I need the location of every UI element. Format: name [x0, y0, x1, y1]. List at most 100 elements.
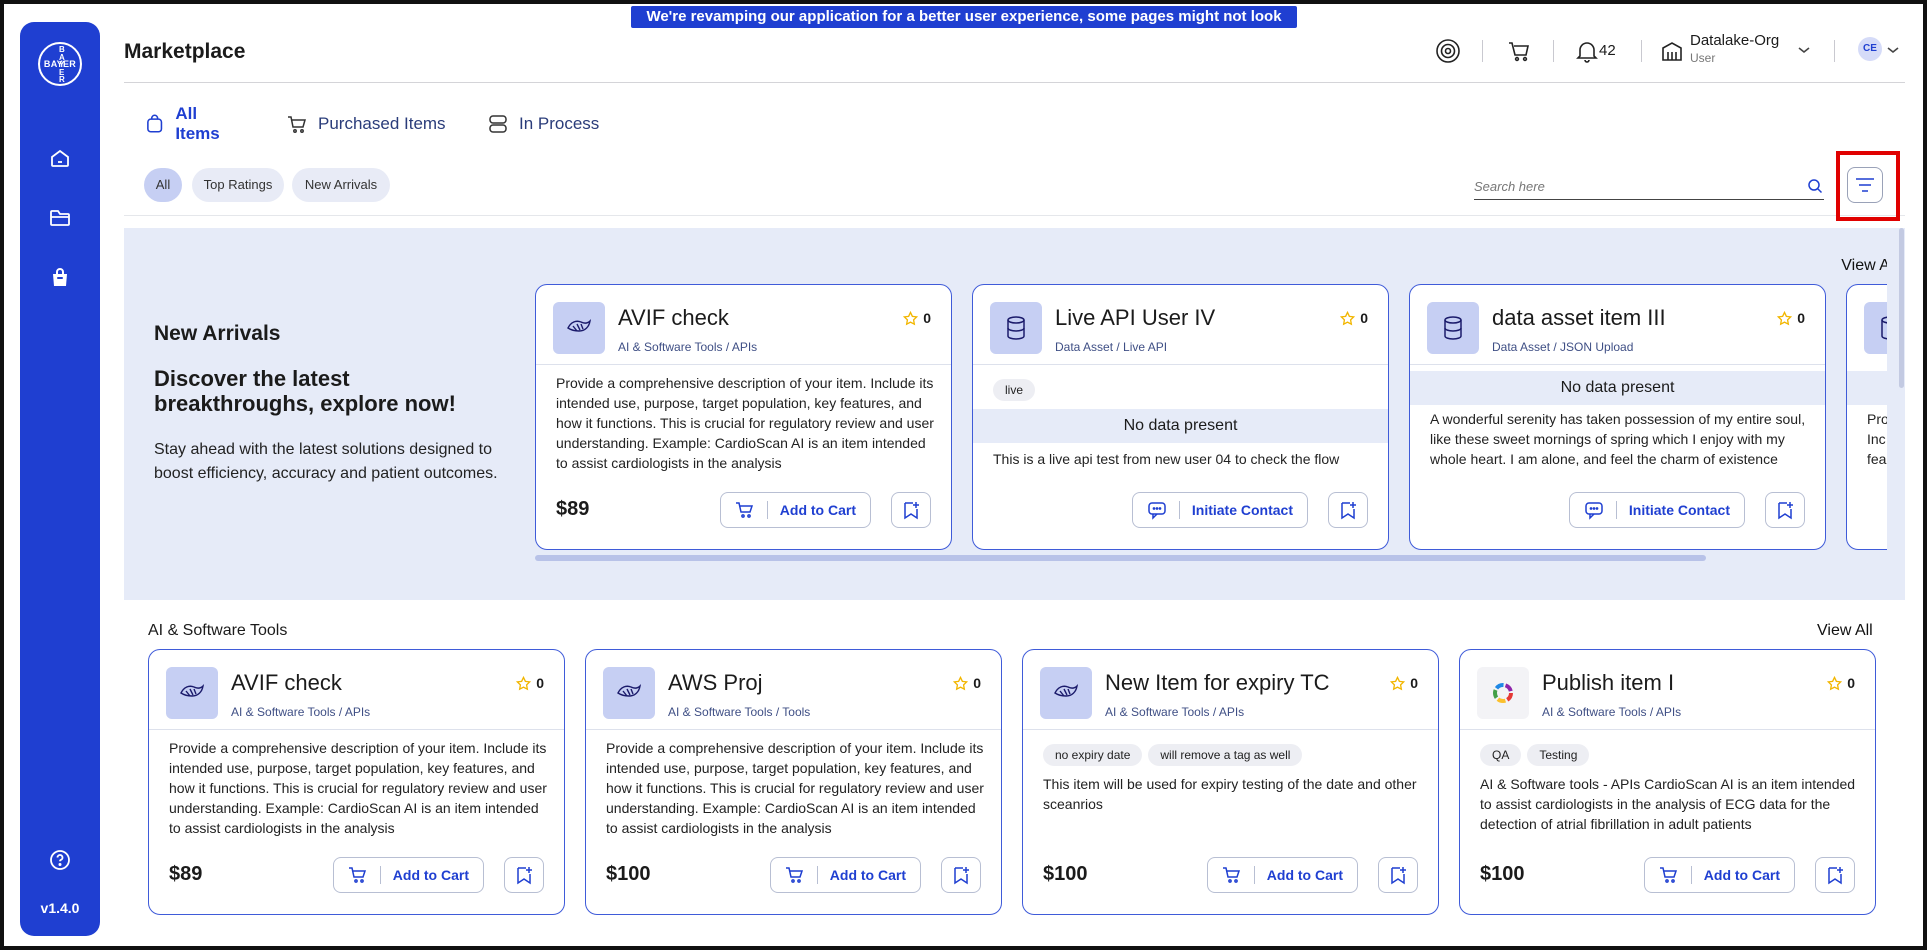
tab-in-process[interactable]: In Process — [467, 100, 619, 148]
card-title: Publish item I — [1542, 670, 1675, 695]
tab-purchased-items[interactable]: Purchased Items — [266, 100, 466, 148]
card-description: This item will be used for expiry testin… — [1043, 776, 1417, 812]
card-tags: no expiry date will remove a tag as well — [1043, 744, 1308, 766]
product-card[interactable]: data asset item III Data Asset / JSON Up… — [1409, 284, 1826, 550]
bookmark-plus-icon — [517, 867, 532, 885]
card-rating: 0 — [1827, 675, 1855, 691]
no-data-message: No data present — [1410, 371, 1825, 405]
cart-icon — [735, 502, 753, 518]
card-title: Live API User IV — [1055, 305, 1216, 330]
ai-tool-icon — [1040, 667, 1092, 719]
home-icon[interactable] — [48, 146, 72, 170]
marketplace-bag-icon[interactable] — [48, 266, 72, 290]
bookmark-plus-icon — [904, 502, 919, 520]
tag: Testing — [1527, 744, 1590, 766]
new-arrivals-title: New Arrivals — [154, 322, 281, 345]
card-description: Provide a comprehensive description of y… — [169, 740, 547, 836]
initiate-contact-button[interactable]: Initiate Contact — [1568, 492, 1745, 528]
add-to-cart-button[interactable]: Add to Cart — [332, 857, 484, 893]
bookmark-plus-icon — [1778, 502, 1793, 520]
bookmark-add-button[interactable] — [1815, 857, 1855, 893]
product-card[interactable]: AWS Proj AI & Software Tools / Tools 0 P… — [585, 649, 1002, 915]
organization-building-icon[interactable] — [1659, 38, 1685, 64]
tag: QA — [1480, 744, 1522, 766]
bookmark-plus-icon — [1828, 867, 1843, 885]
star-icon — [1827, 675, 1843, 690]
avatar[interactable]: CE — [1858, 37, 1882, 61]
chip-new-arrivals[interactable]: New Arrivals — [292, 168, 390, 202]
product-card[interactable]: AVIF check AI & Software Tools / APIs 0 … — [148, 649, 565, 915]
ring-logo-icon — [1477, 667, 1529, 719]
chevron-down-icon[interactable] — [1886, 45, 1900, 55]
no-data-message: No data present — [973, 409, 1388, 443]
card-rating: 0 — [1340, 310, 1368, 326]
bookmark-add-button[interactable] — [1378, 857, 1418, 893]
bookmark-add-button[interactable] — [941, 857, 981, 893]
star-icon — [1777, 310, 1793, 325]
card-category: AI & Software Tools / APIs — [1105, 705, 1245, 719]
tab-all-items[interactable]: All Items — [124, 100, 264, 148]
product-card[interactable]: Publish item I AI & Software Tools / API… — [1459, 649, 1876, 915]
product-card[interactable]: New Item for expiry TC AI & Software Too… — [1022, 649, 1439, 915]
chip-top-ratings[interactable]: Top Ratings — [192, 168, 284, 202]
new-arrivals-headline: Discover the latest breakthroughs, explo… — [154, 366, 456, 416]
bayer-logo[interactable]: BAYER BAYER — [38, 42, 82, 86]
card-price: $89 — [556, 498, 590, 520]
add-to-cart-button[interactable]: Add to Cart — [719, 492, 871, 528]
vertical-scrollbar[interactable] — [1899, 228, 1904, 388]
add-to-cart-button[interactable]: Add to Cart — [1206, 857, 1358, 893]
bookmark-add-button[interactable] — [504, 857, 544, 893]
card-price: $100 — [1043, 863, 1088, 885]
tab-label: All Items — [175, 104, 220, 143]
card-title: data asset item III — [1492, 305, 1666, 330]
bookmark-add-button[interactable] — [891, 492, 931, 528]
ai-tool-icon — [553, 302, 605, 354]
tab-label: Purchased Items — [318, 114, 446, 133]
card-category: Data Asset / Live API — [1055, 340, 1168, 354]
cart-icon — [1659, 867, 1677, 883]
card-title: New Item for expiry TC — [1105, 670, 1330, 695]
cart-icon — [348, 867, 366, 883]
search-icon[interactable] — [1807, 178, 1823, 194]
card-price: $100 — [606, 863, 651, 885]
notification-bell-icon[interactable] — [1574, 38, 1600, 64]
ai-tool-icon — [603, 667, 655, 719]
chevron-down-icon[interactable] — [1797, 45, 1811, 55]
settings-target-icon[interactable] — [1435, 38, 1461, 64]
card-tags: QA Testing — [1480, 744, 1595, 766]
card-category: AI & Software Tools / APIs — [618, 340, 758, 354]
star-icon — [1340, 310, 1356, 325]
star-icon — [516, 675, 532, 690]
section-title: AI & Software Tools — [148, 622, 288, 639]
initiate-contact-button[interactable]: Initiate Contact — [1131, 492, 1308, 528]
folder-icon[interactable] — [48, 206, 72, 230]
star-icon — [953, 675, 969, 690]
filter-highlight-box — [1836, 151, 1900, 221]
add-to-cart-button[interactable]: Add to Cart — [1643, 857, 1795, 893]
org-role: User — [1690, 51, 1716, 65]
search-input[interactable] — [1474, 174, 1824, 200]
card-rating: 0 — [1777, 310, 1805, 326]
chip-all[interactable]: All — [144, 168, 182, 202]
bookmark-plus-icon — [954, 867, 969, 885]
ai-tools-view-all-link[interactable]: View All — [1817, 622, 1873, 640]
cart-icon[interactable] — [1506, 38, 1532, 64]
ai-tool-icon — [166, 667, 218, 719]
cart-icon — [1222, 867, 1240, 883]
card-description: Provide a comprehensive description of y… — [556, 375, 934, 471]
bookmark-add-button[interactable] — [1765, 492, 1805, 528]
card-category: Data Asset / JSON Upload — [1492, 340, 1634, 354]
bag-icon — [147, 114, 163, 133]
horizontal-scrollbar[interactable] — [535, 555, 1706, 561]
product-card[interactable]: AVIF check AI & Software Tools / APIs 0 … — [535, 284, 952, 550]
bookmark-add-button[interactable] — [1328, 492, 1368, 528]
tag: no expiry date — [1043, 744, 1143, 766]
product-card[interactable]: Live API User IV Data Asset / Live API 0… — [972, 284, 1389, 550]
new-arrivals-description: Stay ahead with the latest solutions des… — [154, 441, 498, 482]
add-to-cart-button[interactable]: Add to Cart — [769, 857, 921, 893]
tag: will remove a tag as well — [1148, 744, 1303, 766]
notification-count[interactable]: 42 — [1599, 42, 1616, 59]
help-icon[interactable] — [48, 848, 72, 872]
card-price: $100 — [1480, 863, 1525, 885]
org-name[interactable]: Datalake-Org — [1690, 32, 1779, 49]
